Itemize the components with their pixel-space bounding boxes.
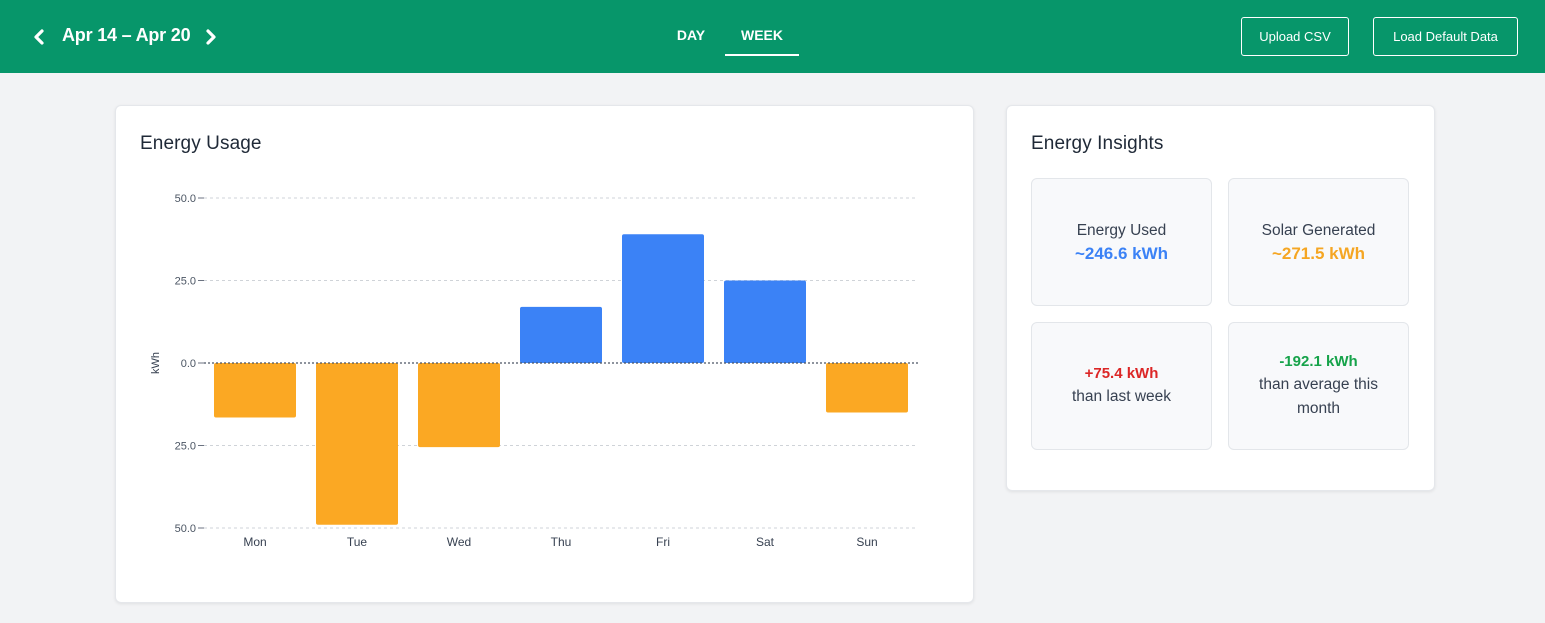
y-tick-label: 25.0 <box>175 441 196 453</box>
y-tick-label: 25.0 <box>175 276 196 288</box>
bar-tue <box>316 363 398 525</box>
y-tick-label: 50.0 <box>175 523 196 535</box>
energy-insights-title: Energy Insights <box>1031 133 1164 154</box>
last-week-delta: +75.4 kWh <box>1084 365 1159 382</box>
prev-week-button[interactable] <box>29 26 49 48</box>
y-tick-label: 0.0 <box>181 358 196 370</box>
x-tick-label: Thu <box>551 535 572 549</box>
bar-wed <box>418 363 500 448</box>
top-bar: Apr 14 – Apr 20 DAY WEEK Upload CSV Load… <box>0 0 1545 73</box>
energy-used-value: ~246.6 kWh <box>1074 244 1169 263</box>
tab-week[interactable]: WEEK <box>725 27 799 43</box>
bar-sun <box>826 363 908 413</box>
solar-generated-tile: Solar Generated ~271.5 kWh <box>1228 178 1409 306</box>
next-week-button[interactable] <box>201 26 221 48</box>
x-tick-label: Sat <box>756 535 775 549</box>
x-tick-label: Fri <box>656 535 670 549</box>
last-week-desc: than last week <box>1071 388 1172 405</box>
solar-generated-value: ~271.5 kWh <box>1271 244 1366 263</box>
upload-csv-button[interactable]: Upload CSV <box>1241 17 1349 56</box>
last-week-comparison-tile: +75.4 kWh than last week <box>1031 322 1212 450</box>
active-tab-indicator <box>725 54 799 56</box>
x-tick-label: Wed <box>447 535 471 549</box>
tab-day[interactable]: DAY <box>670 27 712 43</box>
bar-sat <box>724 280 806 363</box>
x-tick-label: Tue <box>347 535 368 549</box>
bar-fri <box>622 234 704 363</box>
bar-thu <box>520 306 602 363</box>
energy-used-tile: Energy Used ~246.6 kWh <box>1031 178 1212 306</box>
energy-usage-chart: 50.0 25.0 0.0 25.0 50.0 kWh Mon Tue Wed Thu Fri Sat… <box>150 193 918 549</box>
solar-generated-label: Solar Generated <box>1261 222 1376 239</box>
month-average-delta: -192.1 kWh <box>1279 353 1358 370</box>
energy-usage-card: Energy Usage 50.0 25.0 0.0 25.0 50.0 kWh Mon Tu… <box>115 105 974 603</box>
y-axis-label: kWh <box>150 352 162 374</box>
date-range: Apr 14 – Apr 20 <box>62 25 191 45</box>
x-tick-label: Mon <box>243 535 266 549</box>
month-average-desc: than average this month <box>1259 376 1378 417</box>
energy-used-label: Energy Used <box>1076 222 1167 239</box>
x-tick-label: Sun <box>856 535 877 549</box>
y-tick-label: 50.0 <box>175 193 196 205</box>
chevron-right-icon <box>206 29 216 45</box>
chevron-left-icon <box>34 29 44 45</box>
bar-mon <box>214 363 296 418</box>
energy-insights-card: Energy Insights Energy Used ~246.6 kWh S… <box>1006 105 1435 491</box>
load-default-data-button[interactable]: Load Default Data <box>1373 17 1518 56</box>
month-average-comparison-tile: -192.1 kWh than average this month <box>1228 322 1409 450</box>
